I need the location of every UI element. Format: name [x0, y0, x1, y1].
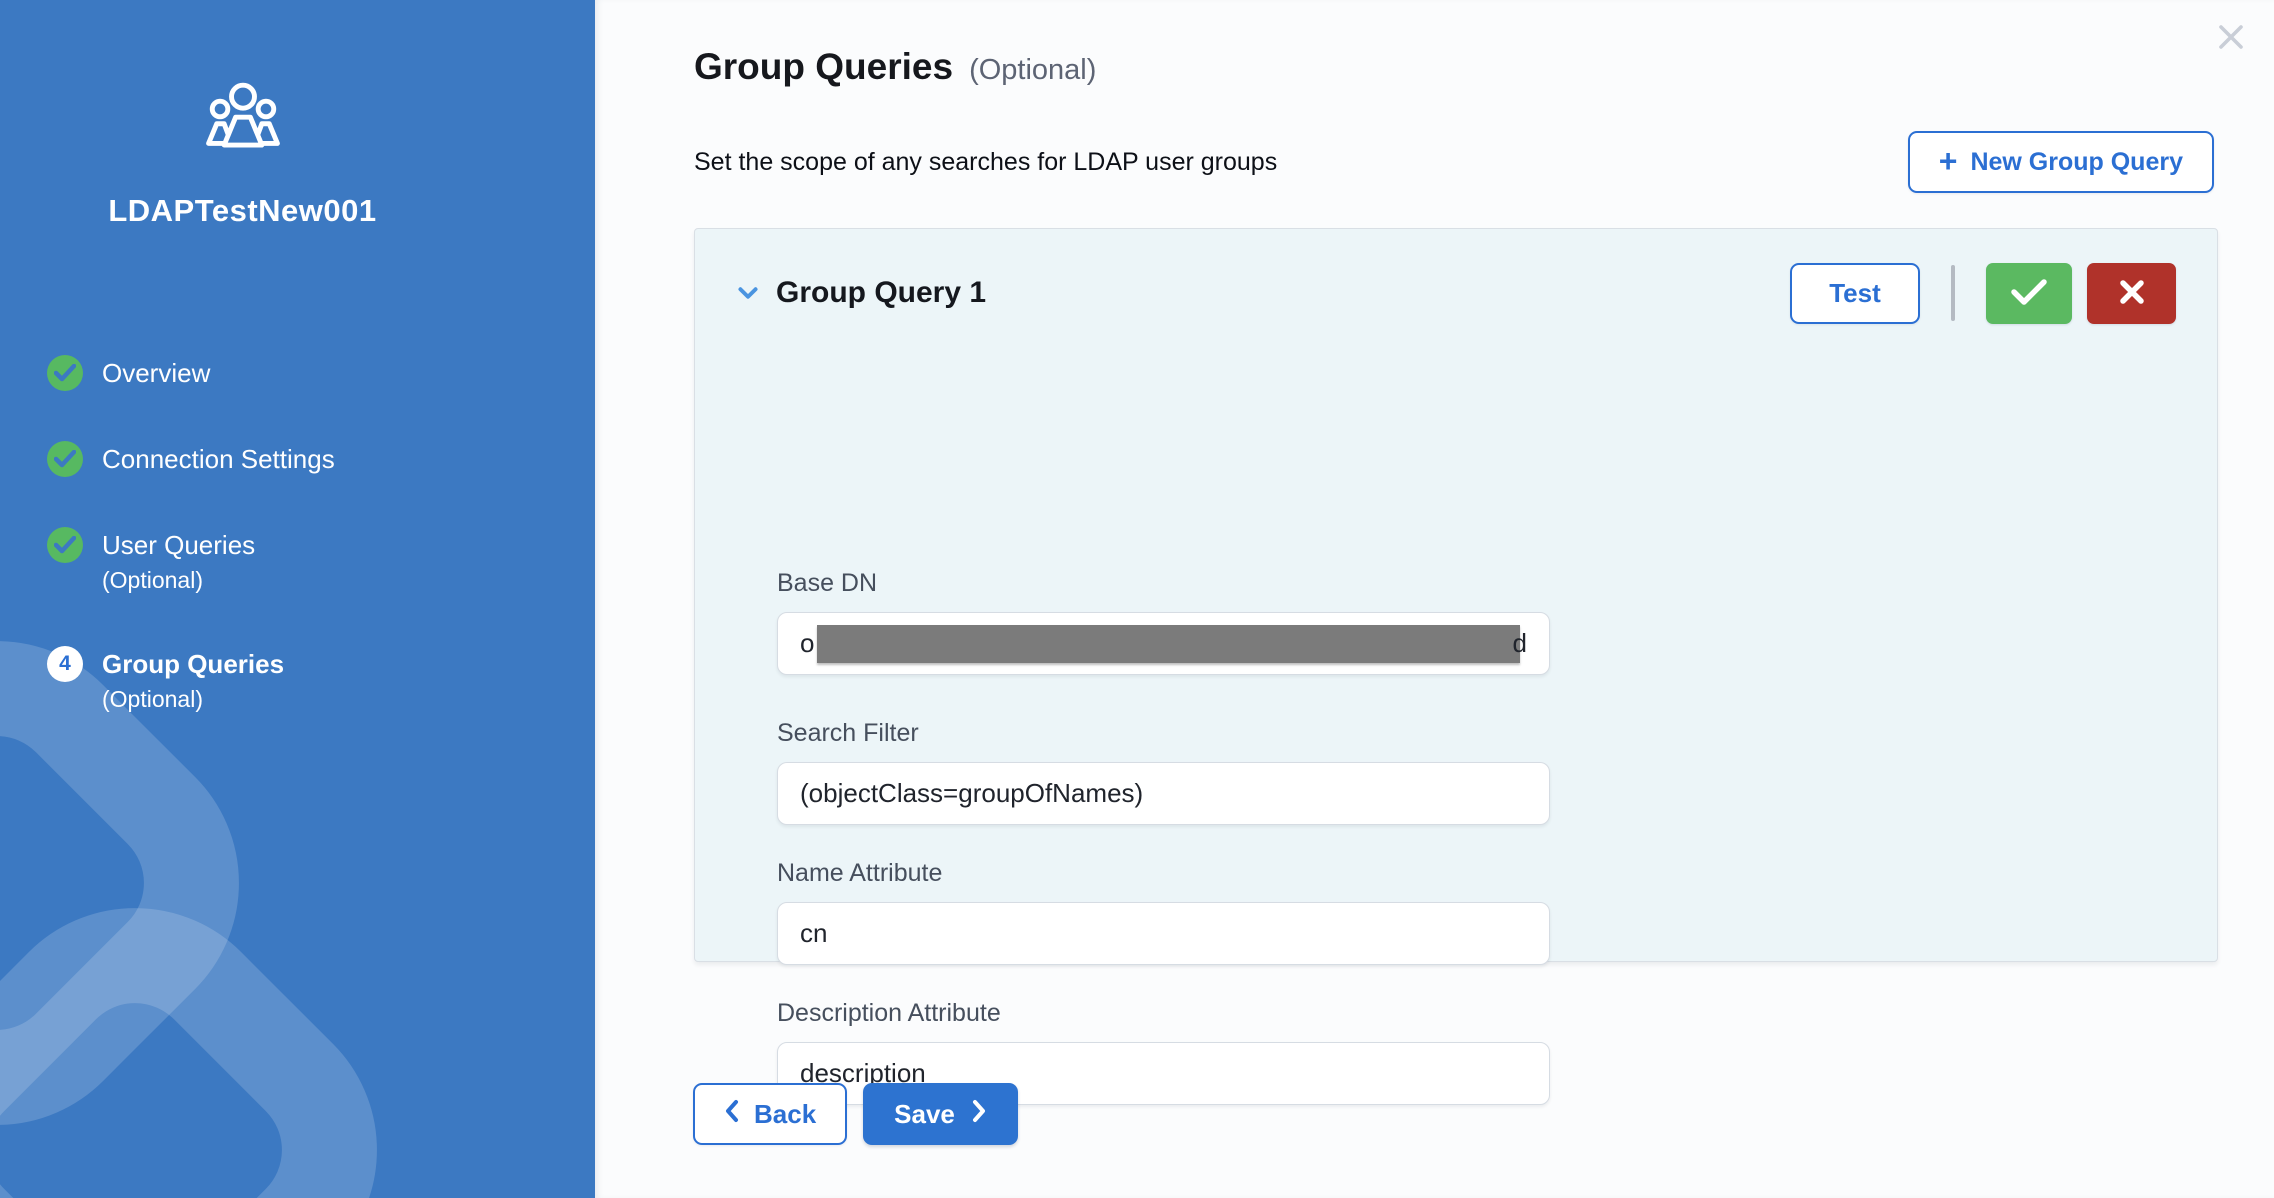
base-dn-input[interactable]: o d	[777, 612, 1550, 675]
save-button[interactable]: Save	[863, 1083, 1018, 1145]
page-title: Group Queries	[694, 46, 953, 88]
sidebar-item-optional-tag: (Optional)	[102, 564, 255, 596]
sidebar-item-connection-settings[interactable]: Connection Settings	[47, 441, 335, 477]
save-button-label: Save	[894, 1099, 955, 1130]
group-query-title: Group Query 1	[776, 276, 986, 310]
wizard-steps: Overview Connection Settings User Querie…	[47, 355, 335, 715]
close-icon[interactable]	[2214, 20, 2248, 54]
back-button-label: Back	[754, 1099, 816, 1130]
sidebar-item-label: Group Queries	[102, 646, 284, 682]
new-group-query-button[interactable]: + New Group Query	[1908, 131, 2214, 193]
confirm-button[interactable]	[1986, 263, 2072, 324]
base-dn-visible-prefix: o	[800, 628, 814, 659]
sidebar-item-label: Overview	[102, 355, 210, 391]
base-dn-field: Base DN o d	[777, 569, 1550, 675]
x-icon	[2118, 278, 2146, 309]
new-group-query-label: New Group Query	[1970, 148, 2183, 177]
redaction-bar	[817, 625, 1519, 663]
wizard-sidebar: LDAPTestNew001 Overview Connection Setti…	[0, 0, 595, 1198]
card-header-actions: Test	[1790, 263, 2176, 324]
sidebar-item-label: Connection Settings	[102, 441, 335, 477]
chevron-right-icon	[972, 1099, 987, 1130]
group-query-card: Group Query 1 Test	[694, 228, 2218, 962]
plus-icon: +	[1939, 145, 1958, 177]
base-dn-visible-suffix: d	[1513, 628, 1527, 659]
step-complete-check-icon	[47, 441, 83, 477]
name-attribute-input[interactable]	[777, 902, 1550, 965]
sidebar-item-user-queries[interactable]: User Queries (Optional)	[47, 527, 335, 596]
name-attribute-field: Name Attribute	[777, 859, 1550, 965]
divider	[1951, 265, 1955, 321]
wizard-footer: Back Save	[693, 1083, 1018, 1145]
back-button[interactable]: Back	[693, 1083, 847, 1145]
sidebar-item-group-queries[interactable]: 4 Group Queries (Optional)	[47, 646, 335, 715]
chevron-down-icon[interactable]	[731, 276, 765, 310]
page-title-row: Group Queries (Optional)	[694, 46, 1096, 88]
brand-block: LDAPTestNew001	[0, 80, 485, 229]
sidebar-item-label: User Queries	[102, 527, 255, 563]
name-attribute-label: Name Attribute	[777, 859, 1550, 888]
group-people-icon	[202, 80, 284, 161]
group-queries-panel: Group Queries (Optional) Set the scope o…	[595, 0, 2274, 1198]
search-filter-field: Search Filter	[777, 719, 1550, 825]
test-button[interactable]: Test	[1790, 263, 1920, 324]
page-subtitle: Set the scope of any searches for LDAP u…	[694, 148, 1277, 177]
step-complete-check-icon	[47, 527, 83, 563]
sidebar-item-overview[interactable]: Overview	[47, 355, 335, 391]
search-filter-label: Search Filter	[777, 719, 1550, 748]
base-dn-label: Base DN	[777, 569, 1550, 598]
group-query-card-header: Group Query 1 Test	[695, 261, 2217, 325]
cancel-button[interactable]	[2087, 263, 2176, 324]
chevron-left-icon	[724, 1099, 739, 1130]
check-icon	[2010, 278, 2048, 309]
search-filter-input[interactable]	[777, 762, 1550, 825]
step-complete-check-icon	[47, 355, 83, 391]
sidebar-item-optional-tag: (Optional)	[102, 683, 284, 715]
step-number-badge: 4	[47, 646, 83, 682]
description-attribute-label: Description Attribute	[777, 999, 1550, 1028]
page-title-optional-tag: (Optional)	[969, 54, 1096, 87]
connector-name: LDAPTestNew001	[0, 193, 485, 229]
